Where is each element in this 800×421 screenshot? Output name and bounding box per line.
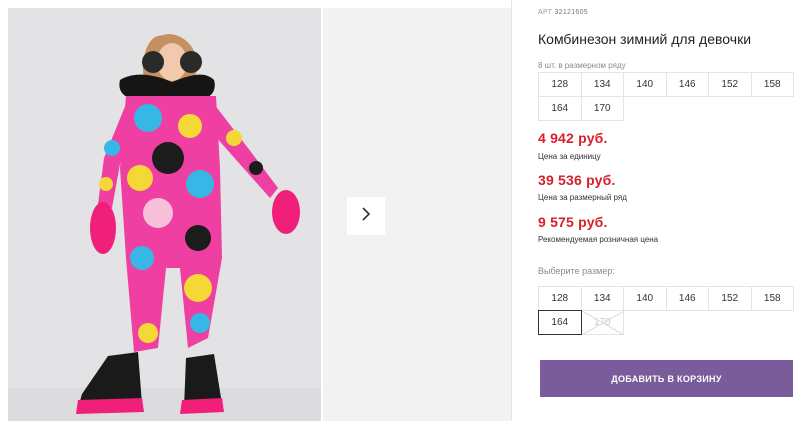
row-sizes-grid: 128 134 140 146 152 158 164 170 bbox=[538, 72, 794, 121]
row-size-cell: 170 bbox=[580, 96, 624, 121]
article-prefix: АРТ bbox=[538, 9, 553, 16]
row-size-cell: 164 bbox=[538, 96, 582, 121]
size-option-label: 146 bbox=[678, 293, 696, 304]
product-title: Комбинезон зимний для девочки bbox=[538, 31, 752, 47]
add-to-cart-button[interactable]: ДОБАВИТЬ В КОРЗИНУ bbox=[540, 360, 793, 397]
unavailable-cross-icon bbox=[581, 311, 624, 335]
price-retail-label: Рекомендуемая розничная цена bbox=[538, 235, 659, 244]
size-picker-grid: 128 134 140 146 152 158 164 170 bbox=[538, 286, 794, 335]
size-option-158[interactable]: 158 bbox=[750, 286, 794, 311]
size-option-170: 170 bbox=[580, 310, 624, 335]
article-value: 32121605 bbox=[554, 9, 588, 16]
row-size-cell: 134 bbox=[580, 72, 624, 97]
price-row: 39 536 руб. bbox=[538, 172, 616, 188]
next-photo-button[interactable] bbox=[347, 197, 385, 235]
chevron-right-icon bbox=[360, 206, 372, 227]
size-option-label: 128 bbox=[551, 293, 569, 304]
price-row-label: Цена за размерный ряд bbox=[538, 193, 627, 202]
size-option-label: 158 bbox=[763, 293, 781, 304]
price-unit-label: Цена за единицу bbox=[538, 152, 601, 161]
size-option-134[interactable]: 134 bbox=[580, 286, 624, 311]
size-option-164[interactable]: 164 bbox=[538, 310, 582, 335]
choose-size-label: Выберите размер: bbox=[538, 266, 615, 276]
child-in-snowsuit-illustration bbox=[8, 34, 321, 421]
row-size-note: 8 шт. в размерном ряду bbox=[538, 61, 626, 70]
row-size-cell: 158 bbox=[750, 72, 794, 97]
product-gallery bbox=[0, 0, 511, 421]
product-photo[interactable] bbox=[8, 8, 321, 421]
size-option-140[interactable]: 140 bbox=[623, 286, 667, 311]
size-option-146[interactable]: 146 bbox=[665, 286, 709, 311]
row-size-cell: 146 bbox=[665, 72, 709, 97]
size-option-label: 140 bbox=[636, 293, 654, 304]
price-unit: 4 942 руб. bbox=[538, 130, 608, 146]
row-size-cell: 128 bbox=[538, 72, 582, 97]
size-option-label: 164 bbox=[551, 317, 569, 328]
panel-divider bbox=[511, 0, 512, 421]
size-option-label: 152 bbox=[721, 293, 739, 304]
size-option-label: 134 bbox=[593, 293, 611, 304]
row-size-cell: 152 bbox=[708, 72, 752, 97]
size-option-152[interactable]: 152 bbox=[708, 286, 752, 311]
article-number: АРТ 32121605 bbox=[538, 9, 588, 16]
row-size-cell: 140 bbox=[623, 72, 667, 97]
size-option-128[interactable]: 128 bbox=[538, 286, 582, 311]
price-retail: 9 575 руб. bbox=[538, 214, 608, 230]
